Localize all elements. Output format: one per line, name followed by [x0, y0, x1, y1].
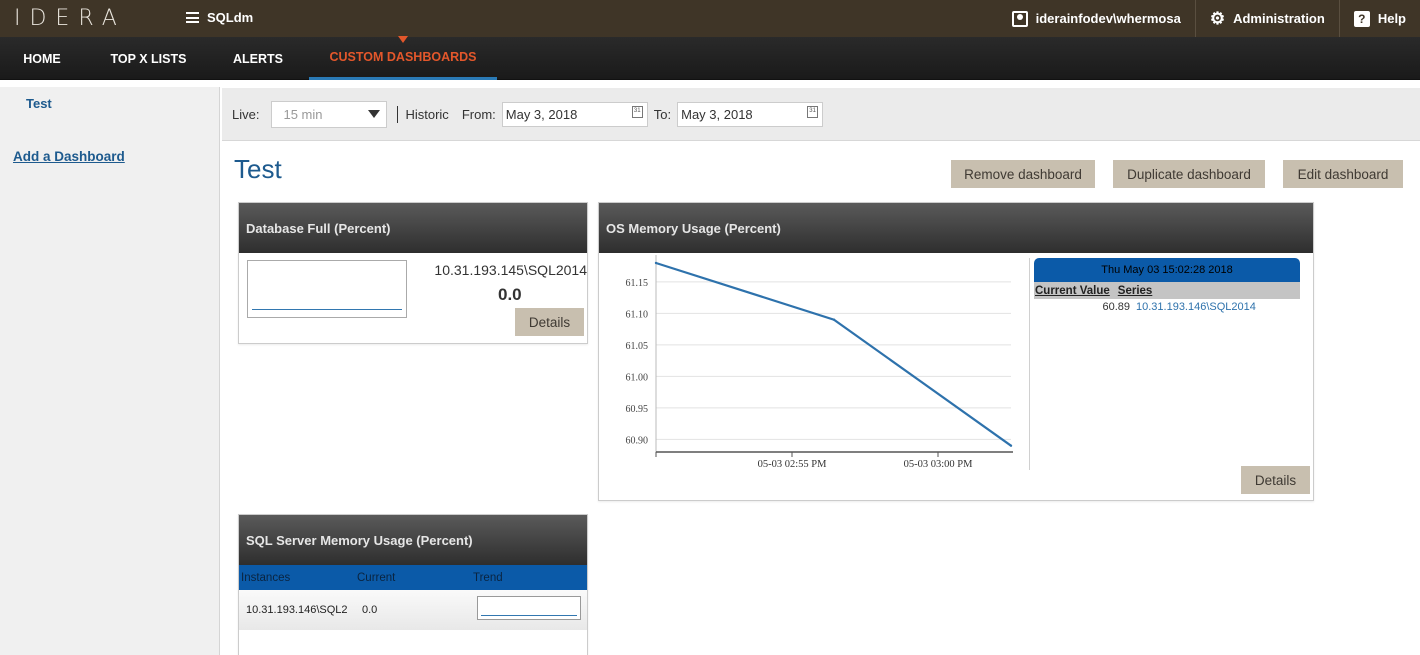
- instance-name: 10.31.193.145\SQL2014: [434, 262, 587, 278]
- sidebar-item-test[interactable]: Test: [26, 96, 52, 111]
- calendar-icon[interactable]: 31: [631, 106, 643, 118]
- user-menu[interactable]: iderainfodev\whermosa: [998, 0, 1195, 37]
- app-menu-button[interactable]: SQLdm: [186, 10, 253, 25]
- add-dashboard-link[interactable]: Add a Dashboard: [13, 149, 125, 164]
- calendar-icon[interactable]: 31: [807, 106, 819, 118]
- help-icon: ?: [1353, 10, 1370, 27]
- y-tick-label: 61.10: [626, 309, 649, 320]
- x-tick-label: 05-03 03:00 PM: [904, 459, 974, 470]
- data-point: [654, 261, 658, 265]
- help-label: Help: [1377, 11, 1406, 26]
- to-date-field[interactable]: May 3, 2018 31: [677, 101, 824, 127]
- grid-header: Instances Current Trend: [239, 565, 587, 590]
- widget-title[interactable]: SQL Server Memory Usage (Percent): [239, 515, 587, 565]
- tab-custom-dashboards[interactable]: CUSTOM DASHBOARDS: [309, 36, 497, 80]
- idera-logo[interactable]: IDERA: [14, 6, 126, 31]
- database-full-widget: Database Full (Percent) 10.31.193.145\SQ…: [238, 202, 588, 344]
- user-name: iderainfodev\whermosa: [1035, 11, 1181, 26]
- instance-value: 0.0: [498, 285, 522, 304]
- divider: [1029, 258, 1030, 470]
- remove-dashboard-button[interactable]: Remove dashboard: [951, 160, 1095, 188]
- trend-sparkline: [477, 596, 581, 620]
- from-date-value: May 3, 2018: [505, 106, 578, 122]
- sparkline: [247, 260, 407, 318]
- help-link[interactable]: ? Help: [1338, 0, 1420, 37]
- y-tick-label: 60.90: [626, 435, 649, 446]
- widget-title[interactable]: OS Memory Usage (Percent): [599, 203, 1313, 253]
- tooltip-columns: Current Value Series: [1034, 282, 1300, 299]
- administration-link[interactable]: ⚙ Administration: [1194, 0, 1339, 37]
- from-date-field[interactable]: May 3, 2018 31: [501, 101, 648, 127]
- y-tick-label: 61.15: [626, 278, 649, 289]
- os-memory-line-chart[interactable]: 61.15 61.10 61.05 61.00 60.95 60.90 05-03 02:5…: [599, 253, 1029, 493]
- details-button[interactable]: Details: [515, 308, 584, 336]
- tab-top-x-lists[interactable]: TOP X LISTS: [96, 37, 201, 80]
- tooltip-value: 60.89: [1102, 301, 1130, 313]
- tooltip-timestamp: Thu May 03 15:02:28 2018: [1034, 258, 1300, 282]
- dashboard-sidebar: Test Add a Dashboard: [0, 87, 220, 655]
- main-nav: HOME TOP X LISTS ALERTS CUSTOM DASHBOARD…: [0, 36, 1420, 80]
- row-current: 0.0: [362, 604, 378, 616]
- y-tick-label: 60.95: [626, 404, 649, 415]
- time-filter-bar: Live: 15 min Historic From: May 3, 2018 …: [222, 88, 1420, 141]
- administration-label: Administration: [1233, 11, 1325, 26]
- tooltip-col-series: Series: [1117, 284, 1153, 297]
- column-header-current[interactable]: Current: [357, 572, 395, 584]
- active-tab-caret-icon: [398, 36, 408, 43]
- y-tick-label: 61.00: [626, 372, 649, 383]
- column-header-trend[interactable]: Trend: [473, 572, 503, 584]
- series-line: [655, 261, 1012, 447]
- edit-dashboard-button[interactable]: Edit dashboard: [1283, 160, 1403, 188]
- tooltip-col-value: Current Value: [1035, 284, 1110, 297]
- duplicate-dashboard-button[interactable]: Duplicate dashboard: [1113, 160, 1265, 188]
- from-label: From:: [461, 106, 496, 122]
- tab-custom-dashboards-label: CUSTOM DASHBOARDS: [329, 50, 477, 64]
- data-point: [1009, 444, 1013, 447]
- hamburger-icon: [186, 12, 199, 23]
- live-range-value: 15 min: [283, 106, 323, 122]
- tab-alerts[interactable]: ALERTS: [214, 37, 302, 80]
- table-row[interactable]: 10.31.193.146\SQL2 0.0: [239, 590, 587, 630]
- gear-icon: ⚙: [1209, 9, 1226, 28]
- user-icon: [1011, 10, 1028, 27]
- y-tick-label: 61.05: [626, 341, 649, 352]
- live-range-select[interactable]: 15 min: [271, 100, 388, 128]
- historic-label[interactable]: Historic: [405, 107, 448, 122]
- details-button[interactable]: Details: [1241, 466, 1310, 494]
- sql-server-memory-widget: SQL Server Memory Usage (Percent) Instan…: [238, 514, 588, 655]
- row-instance: 10.31.193.146\SQL2: [246, 604, 348, 616]
- dashboard-title: Test: [234, 154, 282, 184]
- app-name: SQLdm: [207, 10, 254, 25]
- live-label: Live:: [232, 106, 260, 122]
- to-label: To:: [653, 106, 672, 122]
- data-point: [832, 318, 836, 321]
- divider: [397, 105, 399, 123]
- x-tick-label: 05-03 02:55 PM: [758, 459, 828, 470]
- widget-title[interactable]: Database Full (Percent): [239, 203, 587, 253]
- dropdown-arrow-icon: [368, 110, 381, 118]
- os-memory-widget: OS Memory Usage (Percent) 61.15 61.10 61.0…: [598, 202, 1314, 501]
- column-header-instances[interactable]: Instances: [241, 572, 290, 584]
- top-bar: IDERA SQLdm iderainfodev\whermosa ⚙ Admi…: [0, 0, 1420, 37]
- tooltip-row: 60.89 10.31.193.146\SQL2014: [1034, 301, 1300, 313]
- to-date-value: May 3, 2018: [681, 106, 753, 122]
- tooltip-series: 10.31.193.146\SQL2014: [1136, 301, 1256, 313]
- tab-home[interactable]: HOME: [0, 37, 84, 80]
